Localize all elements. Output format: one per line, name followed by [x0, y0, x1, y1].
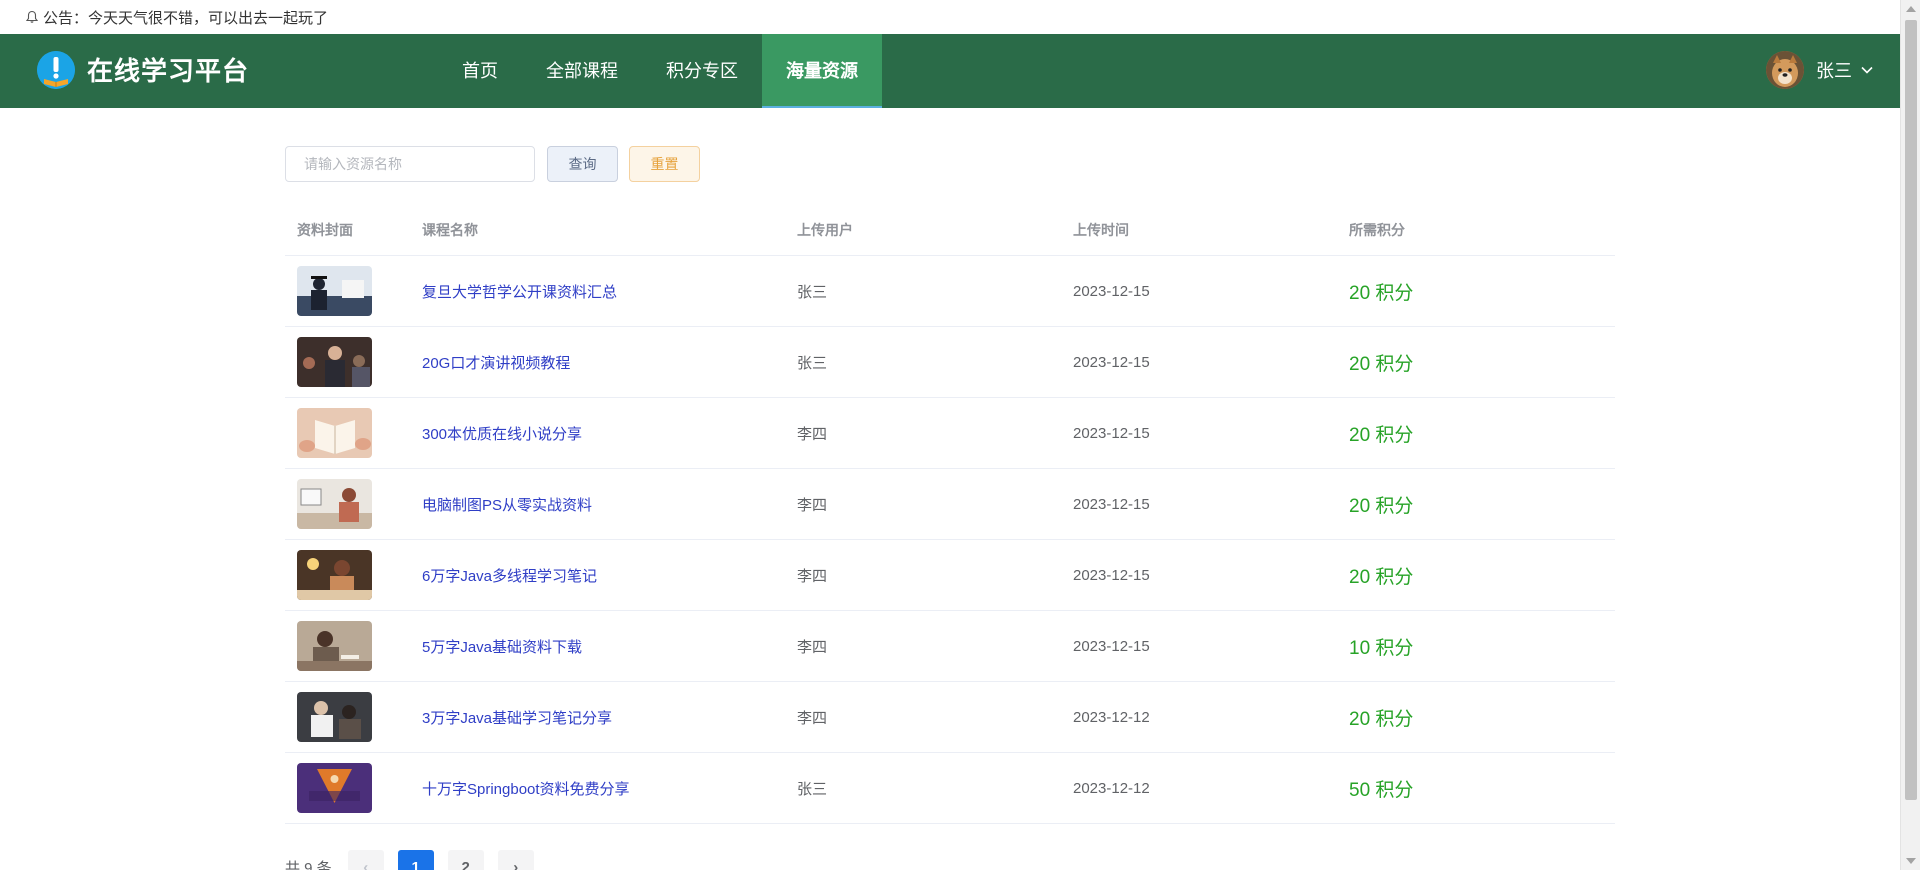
upload-date-cell: 2023-12-15 [1073, 353, 1150, 371]
column-header-user: 上传用户 [797, 222, 853, 238]
table-row: 300本优质在线小说分享 李四 2023-12-15 20 积分 [285, 398, 1615, 469]
table-row: 电脑制图PS从零实战资料 李四 2023-12-15 20 积分 [285, 469, 1615, 540]
chevron-down-icon[interactable] [1860, 63, 1874, 77]
cover-image [297, 337, 372, 387]
resource-name-link[interactable]: 十万字Springboot资料免费分享 [422, 781, 630, 798]
page: 公告：今天天气很不错，可以出去一起玩了 在线学习平台 首页 全部课程 积分专区 … [0, 0, 1920, 870]
points-cell: 20 积分 [1349, 353, 1414, 375]
upload-date-cell: 2023-12-15 [1073, 566, 1150, 584]
cover-image [297, 408, 372, 458]
points-cell: 50 积分 [1349, 779, 1414, 801]
avatar[interactable] [1766, 51, 1804, 89]
user-name[interactable]: 张三 [1816, 57, 1852, 83]
resource-name-link[interactable]: 3万字Java基础学习笔记分享 [422, 710, 612, 727]
column-header-name: 课程名称 [422, 222, 478, 238]
pagination: 共 9 条 ‹ 1 2 › [285, 850, 548, 870]
brand-title: 在线学习平台 [87, 56, 250, 86]
nav-all-courses[interactable]: 全部课程 [522, 34, 642, 108]
cover-image [297, 479, 372, 529]
query-button[interactable]: 查询 [547, 146, 618, 182]
total-count: 共 9 条 [285, 859, 332, 870]
cover-image [297, 266, 372, 316]
cover-image [297, 621, 372, 671]
page-button[interactable]: 2 [447, 850, 484, 870]
resource-name-link[interactable]: 6万字Java多线程学习笔记 [422, 568, 597, 585]
notice-text: 公告：今天天气很不错，可以出去一起玩了 [43, 9, 329, 27]
cover-image [297, 763, 372, 813]
points-cell: 20 积分 [1349, 282, 1414, 304]
column-header-cover: 资料封面 [297, 222, 353, 238]
notice-bar: 公告：今天天气很不错，可以出去一起玩了 [0, 0, 1900, 34]
column-header-date: 上传时间 [1073, 222, 1129, 238]
table-row: 20G口才演讲视频教程 张三 2023-12-15 20 积分 [285, 327, 1615, 398]
column-header-points: 所需积分 [1349, 222, 1405, 238]
table-row: 复旦大学哲学公开课资料汇总 张三 2023-12-15 20 积分 [285, 256, 1615, 327]
uploader-cell: 张三 [797, 780, 828, 798]
uploader-cell: 李四 [797, 425, 828, 443]
table-row: 十万字Springboot资料免费分享 张三 2023-12-12 50 积分 [285, 753, 1615, 824]
table-row: 6万字Java多线程学习笔记 李四 2023-12-15 20 积分 [285, 540, 1615, 611]
points-cell: 20 积分 [1349, 495, 1414, 517]
upload-date-cell: 2023-12-15 [1073, 424, 1150, 442]
nav-points-zone[interactable]: 积分专区 [642, 34, 762, 108]
main-nav: 首页 全部课程 积分专区 海量资源 [438, 34, 882, 108]
user-menu[interactable]: 张三 [1766, 50, 1874, 90]
scroll-down-arrow-icon[interactable] [1906, 858, 1916, 864]
cover-image [297, 550, 372, 600]
points-cell: 20 积分 [1349, 708, 1414, 730]
nav-resources[interactable]: 海量资源 [762, 34, 882, 108]
logo-icon [37, 51, 75, 89]
points-cell: 20 积分 [1349, 424, 1414, 446]
resource-name-link[interactable]: 5万字Java基础资料下载 [422, 639, 582, 656]
points-cell: 10 积分 [1349, 637, 1414, 659]
uploader-cell: 李四 [797, 709, 828, 727]
cover-image [297, 692, 372, 742]
top-navbar: 在线学习平台 首页 全部课程 积分专区 海量资源 张三 [0, 34, 1900, 108]
resource-name-link[interactable]: 电脑制图PS从零实战资料 [422, 497, 592, 514]
uploader-cell: 李四 [797, 567, 828, 585]
bell-icon [25, 10, 39, 23]
uploader-cell: 李四 [797, 638, 828, 656]
uploader-cell: 张三 [797, 283, 828, 301]
resource-name-link[interactable]: 20G口才演讲视频教程 [422, 355, 570, 372]
table-row: 5万字Java基础资料下载 李四 2023-12-15 10 积分 [285, 611, 1615, 682]
search-input[interactable] [285, 146, 535, 182]
upload-date-cell: 2023-12-12 [1073, 708, 1150, 726]
scroll-thumb[interactable] [1905, 20, 1917, 800]
upload-date-cell: 2023-12-15 [1073, 495, 1150, 513]
table-header: 资料封面 课程名称 上传用户 上传时间 所需积分 [285, 205, 1615, 256]
upload-date-cell: 2023-12-15 [1073, 637, 1150, 655]
nav-home[interactable]: 首页 [438, 34, 522, 108]
next-page-button[interactable]: › [497, 850, 534, 870]
uploader-cell: 张三 [797, 354, 828, 372]
reset-button[interactable]: 重置 [629, 146, 700, 182]
resource-name-link[interactable]: 复旦大学哲学公开课资料汇总 [422, 284, 617, 301]
resource-name-link[interactable]: 300本优质在线小说分享 [422, 426, 582, 443]
prev-page-button[interactable]: ‹ [347, 850, 384, 870]
scroll-up-arrow-icon[interactable] [1906, 6, 1916, 12]
resource-table: 资料封面 课程名称 上传用户 上传时间 所需积分 复旦大学哲学公开课资料汇总 张… [285, 205, 1615, 824]
table-row: 3万字Java基础学习笔记分享 李四 2023-12-12 20 积分 [285, 682, 1615, 753]
uploader-cell: 李四 [797, 496, 828, 514]
vertical-scrollbar[interactable] [1900, 0, 1920, 870]
page-button[interactable]: 1 [397, 850, 434, 870]
upload-date-cell: 2023-12-15 [1073, 282, 1150, 300]
upload-date-cell: 2023-12-12 [1073, 779, 1150, 797]
points-cell: 20 积分 [1349, 566, 1414, 588]
